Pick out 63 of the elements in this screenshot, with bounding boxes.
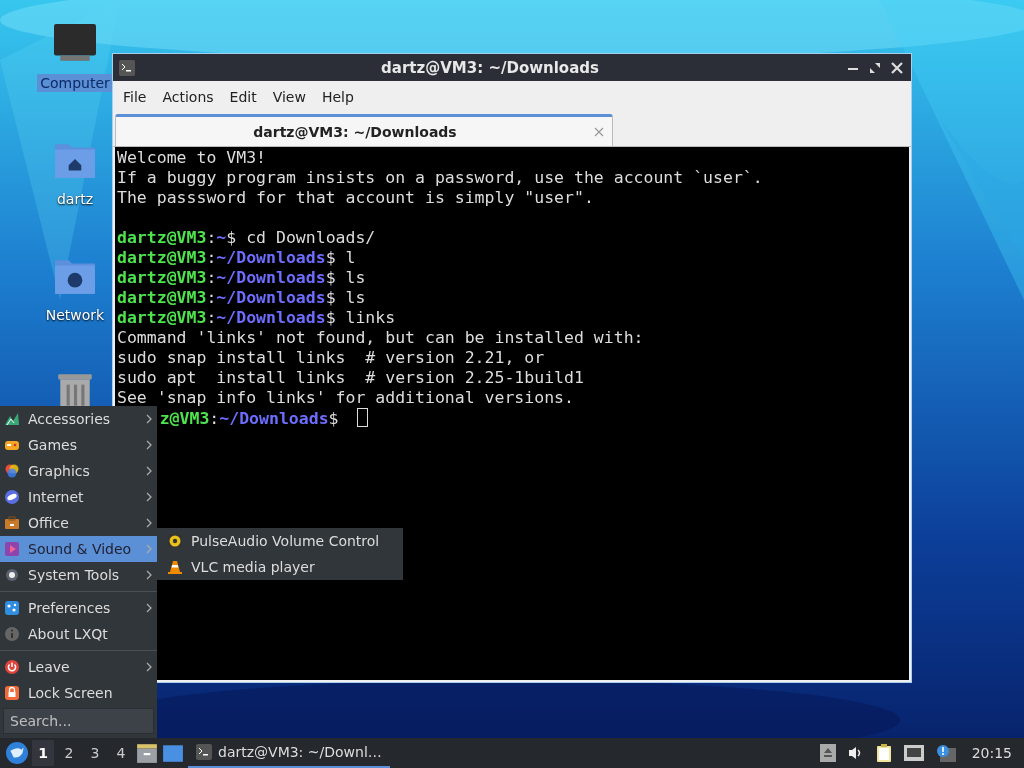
- palette-icon: [4, 463, 20, 479]
- terminal-icon: [119, 59, 135, 76]
- menu-item[interactable]: Internet: [0, 484, 157, 510]
- terminal-line: The passsword for that account is simply "user".: [116, 188, 595, 208]
- terminal-line: dartz@VM3:~$ cd Downloads/: [117, 228, 376, 247]
- desktop-switch[interactable]: 3: [84, 740, 106, 766]
- globe-icon: [4, 489, 20, 505]
- menu-item[interactable]: Sound & Video: [0, 536, 157, 562]
- terminal-line: z@VM3:~/Downloads$: [159, 409, 340, 428]
- menu-item[interactable]: Graphics: [0, 458, 157, 484]
- info-icon: [4, 626, 20, 642]
- media-icon: [4, 541, 20, 557]
- menu-item[interactable]: Leave: [0, 654, 157, 680]
- close-icon[interactable]: [889, 59, 905, 76]
- clock[interactable]: 20:15: [971, 745, 1012, 761]
- taskbar-task[interactable]: dartz@VM3: ~/Downl…: [188, 738, 390, 768]
- menu-item[interactable]: Lock Screen: [0, 680, 157, 706]
- menu-item[interactable]: View: [264, 85, 314, 109]
- terminal-line: dartz@VM3:~/Downloads$ ls: [117, 268, 366, 287]
- menu-item[interactable]: System Tools: [0, 562, 157, 588]
- menu-item[interactable]: Help: [313, 85, 362, 109]
- menu-item[interactable]: VLC media player: [157, 554, 403, 580]
- file-cabinet-icon[interactable]: [136, 742, 158, 764]
- desktop-switch[interactable]: 1: [32, 740, 54, 766]
- terminal-tab[interactable]: dartz@VM3: ~/Downloads: [115, 114, 613, 146]
- terminal-line: See 'snap info links' for additional versions.: [116, 388, 575, 408]
- terminal-line: dartz@VM3:~/Downloads$ l: [117, 248, 356, 267]
- menu-item[interactable]: Actions: [154, 85, 222, 109]
- terminal-line: Welcome to VM3!: [116, 148, 267, 168]
- terminal-line: dartz@VM3:~/Downloads$ ls: [117, 288, 366, 307]
- traffic-cone-icon: [167, 559, 183, 575]
- menu-item[interactable]: Games: [0, 432, 157, 458]
- terminal-line: dartz@VM3:~/Downloads$ links: [117, 308, 396, 327]
- desktop-switch[interactable]: 2: [58, 740, 80, 766]
- terminal-line: sudo snap install links # version 2.21, or: [116, 348, 546, 368]
- start-icon[interactable]: [6, 742, 28, 764]
- menu-item[interactable]: About LXQt: [0, 621, 157, 647]
- menu-item[interactable]: PulseAudio Volume Control: [157, 528, 403, 554]
- eject-icon[interactable]: [819, 744, 836, 762]
- menu-item[interactable]: Office: [0, 510, 157, 536]
- window-title: dartz@VM3: ~/Downloads: [380, 58, 600, 77]
- menu-item[interactable]: Accessories: [0, 406, 157, 432]
- desktop-switch[interactable]: 4: [110, 740, 132, 766]
- speaker-icon: [167, 533, 183, 549]
- terminal-line: Command 'links' not found, but can be installed with:: [116, 328, 645, 348]
- monitor-icon[interactable]: [54, 24, 96, 64]
- show-desktop-icon[interactable]: [162, 742, 184, 764]
- terminal-icon: [196, 744, 212, 760]
- lock-icon: [4, 685, 20, 701]
- briefcase-icon: [4, 515, 20, 531]
- power-icon: [4, 659, 20, 675]
- desktop-icon-label[interactable]: Network: [42, 306, 108, 324]
- terminal-line: sudo apt install links # version 2.25-1build1: [116, 368, 585, 388]
- menu-item[interactable]: Edit: [221, 85, 265, 109]
- network-icon[interactable]: [903, 745, 924, 761]
- menu-item[interactable]: File: [115, 85, 155, 109]
- preferences-icon: [4, 600, 20, 616]
- menu-item[interactable]: Preferences: [0, 595, 157, 621]
- search-field[interactable]: Search...: [3, 708, 154, 734]
- clipboard-icon[interactable]: [875, 743, 892, 763]
- desktop-icon-label[interactable]: Computer: [37, 74, 113, 92]
- notification-icon[interactable]: [935, 744, 956, 762]
- terminal-line: If a buggy program insists on a password, use the account `user`.: [116, 168, 764, 188]
